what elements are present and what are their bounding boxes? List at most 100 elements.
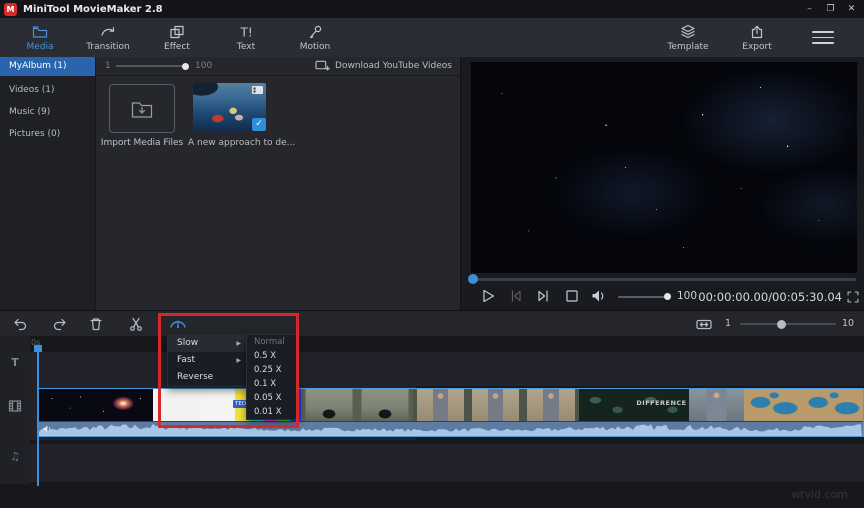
speed-option-0-25x[interactable]: 0.25 X — [247, 363, 297, 377]
close-button[interactable]: ✕ — [841, 0, 862, 18]
video-track-icon — [8, 400, 22, 412]
clip-frame — [799, 389, 863, 421]
speed-option-0-05x[interactable]: 0.05 X — [247, 391, 297, 405]
maximize-button[interactable]: ❐ — [820, 0, 841, 18]
minimize-button[interactable]: – — [799, 0, 820, 18]
clip-frame — [523, 389, 579, 421]
timecode-display: 00:00:00.00/00:05:30.04 — [698, 290, 842, 304]
video-type-icon — [252, 86, 263, 94]
timeline-clip[interactable]: TEDFellows DIFFERENCE — [38, 388, 864, 437]
submenu-arrow-icon: ▶ — [236, 340, 241, 347]
play-button[interactable] — [479, 287, 497, 305]
speed-option-0-5x[interactable]: 0.5 X — [247, 349, 297, 363]
clip-frame — [39, 389, 91, 421]
media-clip-thumbnail[interactable]: ✓ — [193, 83, 266, 131]
tab-label: Media — [26, 42, 54, 52]
volume-slider[interactable] — [618, 296, 670, 298]
clip-frame — [468, 389, 523, 421]
tab-transition[interactable]: Transition — [76, 24, 140, 52]
tab-media[interactable]: Media — [8, 24, 72, 52]
fit-timeline-button[interactable] — [696, 317, 712, 332]
tab-motion[interactable]: Motion — [283, 24, 347, 52]
menu-button[interactable] — [812, 31, 834, 44]
clip-frame — [153, 389, 201, 421]
download-youtube-link[interactable]: Download YouTube Videos — [315, 59, 452, 72]
motion-icon — [309, 25, 322, 39]
speed-option-0-1x[interactable]: 0.1 X — [247, 377, 297, 391]
tab-label: Effect — [164, 42, 190, 52]
speed-menu-item-fast[interactable]: Fast ▶ — [168, 352, 247, 369]
clip-frame — [301, 389, 357, 421]
import-folder-icon — [131, 101, 153, 118]
playhead-line[interactable] — [37, 345, 39, 486]
seek-bar[interactable] — [471, 278, 856, 281]
tab-label: Export — [742, 42, 772, 52]
redo-button[interactable] — [52, 316, 68, 332]
tab-label: Motion — [299, 42, 331, 52]
main-toolbar: Media Transition Effect T! Text Motion T… — [0, 18, 864, 57]
thumb-zoom-max-label: 100 — [195, 61, 213, 71]
effect-icon — [170, 25, 184, 39]
clip-frame: DIFFERENCE — [634, 389, 689, 421]
media-clip-caption: A new approach to de... — [188, 138, 296, 148]
sidebar-item-pictures[interactable]: Pictures (0) — [0, 125, 95, 144]
export-icon — [751, 25, 763, 39]
media-panel-header: 1 100 Download YouTube Videos — [96, 57, 460, 76]
template-layers-icon — [681, 24, 695, 39]
clip-audio-icon — [43, 425, 51, 433]
speed-menu: Slow ▶ Fast ▶ Reverse — [167, 334, 248, 387]
music-track[interactable] — [30, 444, 864, 482]
stop-button[interactable] — [563, 287, 581, 305]
previous-frame-button[interactable] — [507, 287, 525, 305]
media-folder-icon — [32, 26, 48, 38]
app-window: M MiniTool MovieMaker 2.8 – ❐ ✕ Media Tr… — [0, 0, 864, 508]
music-track-icon: ♫ — [10, 450, 20, 463]
speed-menu-item-reverse[interactable]: Reverse — [168, 369, 247, 386]
text-track-icon: T — [11, 356, 19, 369]
seek-handle[interactable] — [468, 274, 478, 284]
clip-frame — [91, 389, 153, 421]
tab-export[interactable]: Export — [725, 24, 789, 52]
submenu-arrow-icon: ▶ — [236, 357, 241, 364]
speed-option-normal[interactable]: Normal — [247, 335, 297, 349]
timeline-area: T ♫ 0s TEDFellows — [0, 336, 864, 508]
import-media-button[interactable] — [109, 84, 175, 133]
speed-menu-item-slow[interactable]: Slow ▶ — [168, 335, 247, 352]
app-logo-icon: M — [4, 2, 17, 16]
undo-button[interactable] — [12, 316, 28, 332]
video-preview[interactable] — [471, 62, 857, 273]
preview-panel: 100 00:00:00.00/00:05:30.04 — [460, 57, 864, 310]
text-track[interactable] — [30, 352, 864, 386]
album-sidebar: MyAlbum (1) Videos (1) Music (9) Picture… — [0, 57, 95, 310]
delete-button[interactable] — [88, 316, 104, 332]
speed-option-0-01x[interactable]: 0.01 X — [247, 405, 297, 419]
volume-icon[interactable] — [590, 287, 608, 305]
volume-value: 100 — [677, 290, 698, 302]
watermark-text: wtvid.com — [791, 488, 848, 501]
split-scissors-button[interactable] — [128, 316, 144, 332]
sidebar-item-myalbum[interactable]: MyAlbum (1) — [0, 57, 95, 76]
sidebar-item-music[interactable]: Music (9) — [0, 103, 95, 122]
speed-button[interactable] — [168, 315, 188, 333]
tab-effect[interactable]: Effect — [145, 24, 209, 52]
transition-icon — [101, 27, 115, 36]
volume-handle[interactable] — [664, 293, 671, 300]
tab-text[interactable]: T! Text — [214, 24, 278, 53]
thumbnail-size-slider[interactable] — [116, 62, 189, 70]
timeline-zoom-slider[interactable] — [740, 323, 836, 325]
timeline-zoom-handle[interactable] — [777, 319, 786, 329]
track-header-column: T ♫ — [0, 336, 30, 484]
download-youtube-label: Download YouTube Videos — [335, 60, 452, 71]
clip-frame — [579, 389, 634, 421]
fullscreen-button[interactable] — [846, 290, 860, 304]
text-icon: T! — [240, 26, 253, 40]
thumb-zoom-min-label: 1 — [105, 61, 111, 71]
difference-label: DIFFERENCE — [636, 399, 687, 407]
tab-template[interactable]: Template — [656, 24, 720, 52]
next-frame-button[interactable] — [535, 287, 553, 305]
clip-frame — [357, 389, 413, 421]
sidebar-item-videos[interactable]: Videos (1) — [0, 81, 95, 100]
slider-knob[interactable] — [182, 62, 189, 70]
tab-label: Transition — [86, 42, 130, 52]
svg-text:T!: T! — [240, 26, 253, 40]
